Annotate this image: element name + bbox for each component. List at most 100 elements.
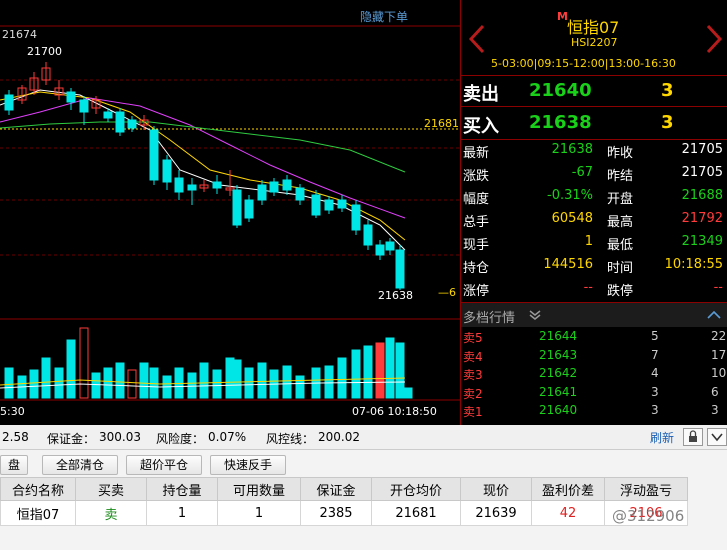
contract-name: 恒指07 bbox=[567, 18, 620, 37]
depth-price: 21643 bbox=[539, 347, 578, 362]
moving-average-line bbox=[0, 91, 406, 241]
depth-label: 卖1 bbox=[463, 405, 483, 419]
volume-bar bbox=[66, 339, 76, 399]
stat-value: 144516 bbox=[543, 257, 593, 272]
stat-label: 时间 bbox=[607, 261, 634, 276]
tab-positions[interactable]: 盘 bbox=[0, 455, 28, 475]
quote-panel: M 恒指07 HSI2207 5-03:00|09:15-12:00|13:00… bbox=[460, 0, 727, 425]
stat-label: 持仓 bbox=[463, 261, 490, 276]
volume-bar bbox=[403, 387, 413, 399]
depth-extra: 17 bbox=[711, 347, 727, 362]
column-header[interactable]: 盈利价差 bbox=[531, 477, 605, 501]
volume-bar bbox=[91, 372, 101, 399]
column-header[interactable]: 可用数量 bbox=[217, 477, 301, 501]
depth-label: 卖3 bbox=[463, 368, 483, 382]
funds-value: 2.58 bbox=[2, 430, 29, 444]
depth-price: 21641 bbox=[539, 384, 578, 399]
position-available: 1 bbox=[217, 500, 301, 526]
divider bbox=[461, 139, 727, 140]
volume-bar bbox=[244, 367, 254, 399]
refresh-link[interactable]: 刷新 bbox=[650, 429, 674, 446]
volume-bar bbox=[54, 367, 64, 399]
volume-bar bbox=[115, 362, 125, 399]
volume-bar bbox=[149, 367, 159, 399]
candle-body bbox=[79, 99, 89, 113]
time-axis-left: 5:30 bbox=[0, 405, 25, 418]
candle-body bbox=[127, 119, 137, 129]
column-header[interactable]: 保证金 bbox=[300, 477, 372, 501]
stat-label: 涨跌 bbox=[463, 169, 490, 184]
watermark: @312906 bbox=[612, 507, 685, 525]
depth-qty: 7 bbox=[651, 347, 659, 362]
volume-bar bbox=[295, 375, 305, 399]
buy-label: 买入 bbox=[463, 116, 499, 137]
trading-session: 5-03:00|09:15-12:00|13:00-16:30 bbox=[491, 57, 676, 70]
position-row[interactable]: 恒指07 卖 1 1 2385 21681 21639 42 2106 bbox=[0, 500, 688, 526]
depth-header[interactable]: 多档行情 bbox=[461, 302, 727, 327]
column-header[interactable]: 浮动盈亏 bbox=[604, 477, 688, 501]
depth-row[interactable]: 卖2 21641 3 6 bbox=[461, 384, 727, 402]
margin-value: 300.03 bbox=[99, 430, 141, 444]
stat-label: 昨收 bbox=[607, 146, 634, 161]
depth-extra: 3 bbox=[711, 403, 719, 417]
volume-bar bbox=[324, 365, 334, 399]
next-contract-arrow-icon[interactable] bbox=[704, 24, 724, 54]
depth-row[interactable]: 卖5 21644 5 22 bbox=[461, 328, 727, 346]
depth-qty: 5 bbox=[651, 329, 659, 343]
buy-qty: 3 bbox=[661, 112, 674, 133]
stat-value: 21705 bbox=[681, 142, 723, 157]
candle-body bbox=[162, 159, 172, 183]
divider bbox=[461, 106, 727, 107]
candle-body bbox=[257, 184, 267, 201]
depth-list: 卖5 21644 5 22 卖4 21643 7 17 卖3 21642 4 10 卖2 21641 3 6 卖… bbox=[461, 328, 727, 423]
trade-panel: 2.58 保证金： 300.03 风险度： 0.07% 风控线： 200.02 … bbox=[0, 425, 727, 550]
column-header[interactable]: 开仓均价 bbox=[371, 477, 461, 501]
position-diff: 42 bbox=[531, 500, 605, 526]
prev-contract-arrow-icon[interactable] bbox=[467, 24, 487, 54]
candle-body bbox=[232, 189, 242, 226]
collapse-chevron-icon[interactable] bbox=[707, 311, 721, 319]
volume-bar bbox=[363, 345, 373, 399]
depth-row[interactable]: 卖4 21643 7 17 bbox=[461, 347, 727, 365]
hide-orders-link[interactable]: 隐藏下单 bbox=[360, 8, 408, 25]
volume-bar bbox=[257, 362, 267, 399]
stat-value: -0.31% bbox=[547, 188, 593, 203]
sell-label: 卖出 bbox=[463, 84, 499, 105]
kline-chart[interactable]: 隐藏下单 21674 21700 21681 21638 —6 5:30 07-… bbox=[0, 0, 460, 425]
stat-label: 最新 bbox=[463, 146, 490, 161]
depth-row[interactable]: 卖1 21640 3 3 bbox=[461, 402, 727, 420]
sell-price: 21640 bbox=[529, 80, 592, 101]
candle-body bbox=[66, 91, 76, 103]
stat-value: 21688 bbox=[681, 188, 723, 203]
column-header[interactable]: 现价 bbox=[460, 477, 532, 501]
volume-bar bbox=[199, 362, 209, 399]
close-all-button[interactable]: 全部清仓 bbox=[42, 455, 118, 475]
candle-body bbox=[174, 177, 184, 193]
kline-svg bbox=[0, 25, 460, 401]
candle-body bbox=[212, 181, 222, 189]
expand-chevron-icon[interactable] bbox=[529, 310, 541, 320]
column-header[interactable]: 合约名称 bbox=[0, 477, 76, 501]
depth-row[interactable]: 卖3 21642 4 10 bbox=[461, 365, 727, 383]
stat-value: 21349 bbox=[681, 234, 723, 249]
position-open-avg: 21681 bbox=[371, 500, 461, 526]
candle-body bbox=[337, 199, 347, 209]
column-header[interactable]: 买卖 bbox=[75, 477, 147, 501]
candle-body bbox=[244, 199, 254, 219]
candle-body bbox=[385, 241, 395, 251]
column-header[interactable]: 持仓量 bbox=[146, 477, 218, 501]
risk-value: 0.07% bbox=[208, 430, 247, 444]
stat-label: 跌停 bbox=[607, 284, 634, 299]
collapse-panel-icon[interactable] bbox=[707, 428, 727, 446]
stat-label: 最低 bbox=[607, 238, 634, 253]
depth-title: 多档行情 bbox=[463, 311, 516, 326]
candle-body bbox=[324, 199, 334, 211]
close-at-market-button[interactable]: 超价平仓 bbox=[126, 455, 202, 475]
depth-extra: 10 bbox=[711, 366, 727, 380]
lock-icon[interactable] bbox=[683, 428, 703, 446]
stat-value: -67 bbox=[571, 165, 593, 180]
divider bbox=[461, 75, 727, 76]
stat-label: 幅度 bbox=[463, 192, 490, 207]
candle-body bbox=[115, 111, 125, 133]
quick-reverse-button[interactable]: 快速反手 bbox=[210, 455, 286, 475]
